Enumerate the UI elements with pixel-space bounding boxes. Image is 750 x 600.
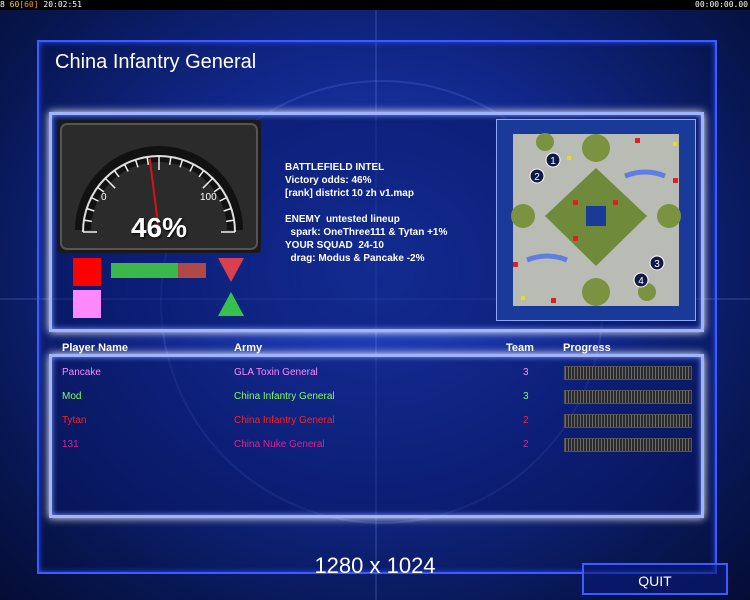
map-preview-icon: 1 2 3 4: [497, 120, 695, 320]
col-progress: Progress: [563, 342, 611, 354]
row-progress-bar: [564, 438, 692, 452]
row-team: 3: [523, 367, 529, 378]
arrow-down-icon: [218, 258, 244, 282]
row-army: China Nuke General: [234, 439, 325, 450]
row-army: GLA Toxin General: [234, 367, 318, 378]
col-army: Army: [234, 342, 263, 354]
row-army: China Infantry General: [234, 415, 335, 426]
start-pos-1: 1: [550, 156, 556, 167]
row-player: 131: [62, 439, 79, 450]
player-color-red: [73, 258, 101, 286]
intel-heading: BATTLEFIELD INTEL: [285, 162, 385, 173]
start-pos-2: 2: [534, 172, 540, 183]
row-progress-bar: [564, 414, 692, 428]
table-row: Pancake GLA Toxin General 3: [62, 366, 692, 385]
odds-gauge: 0 100 46%: [57, 120, 261, 253]
player-color-pink: [73, 290, 101, 318]
table-row: Mod China Infantry General 3: [62, 390, 692, 409]
minimap: 1 2 3 4: [496, 119, 696, 321]
gauge-max-label: 100: [200, 192, 217, 203]
start-pos-3: 3: [654, 259, 660, 270]
table-row: 131 China Nuke General 2: [62, 438, 692, 457]
row-team: 2: [523, 415, 529, 426]
row-army: China Infantry General: [234, 391, 335, 402]
win-ratio-fill: [111, 263, 178, 278]
gauge-min-label: 0: [101, 192, 107, 203]
win-ratio-bar: [111, 263, 206, 278]
fps-a: 8: [0, 0, 5, 9]
row-team: 3: [523, 391, 529, 402]
col-player-name: Player Name: [62, 342, 129, 354]
fps-b: 60: [9, 0, 20, 9]
row-player: Mod: [62, 391, 82, 402]
fps-c: [60]: [19, 0, 39, 9]
status-time: 20:02:51: [43, 0, 82, 9]
status-bar: 8 60[60] 20:02:51 00:00:00.00: [0, 0, 750, 10]
table-row: Tytan China Infantry General 2: [62, 414, 692, 433]
gauge-percent: 46%: [130, 212, 188, 243]
page-title: China Infantry General: [55, 51, 257, 73]
row-player: Pancake: [62, 367, 101, 378]
battlefield-intel: BATTLEFIELD INTEL Victory odds: 46% [rank]…: [285, 161, 447, 265]
intel-enemy: ENEMY untested lineup: [285, 214, 400, 225]
intel-squad: YOUR SQUAD 24-10: [285, 240, 384, 251]
intel-odds: Victory odds: 46%: [285, 175, 372, 186]
quit-button[interactable]: QUIT: [582, 563, 728, 595]
row-progress-bar: [564, 366, 692, 380]
status-clock: 00:00:00.00: [695, 0, 748, 9]
row-progress-bar: [564, 390, 692, 404]
arrow-up-icon: [218, 292, 244, 316]
intel-spark: spark: OneThree111 & Tytan +1%: [285, 227, 448, 238]
intel-map: [rank] district 10 zh v1.map: [285, 188, 414, 199]
row-player: Tytan: [62, 415, 87, 426]
start-pos-4: 4: [638, 276, 644, 287]
col-team: Team: [506, 342, 534, 354]
intel-drag: drag: Modus & Pancake -2%: [285, 253, 425, 264]
row-team: 2: [523, 439, 529, 450]
